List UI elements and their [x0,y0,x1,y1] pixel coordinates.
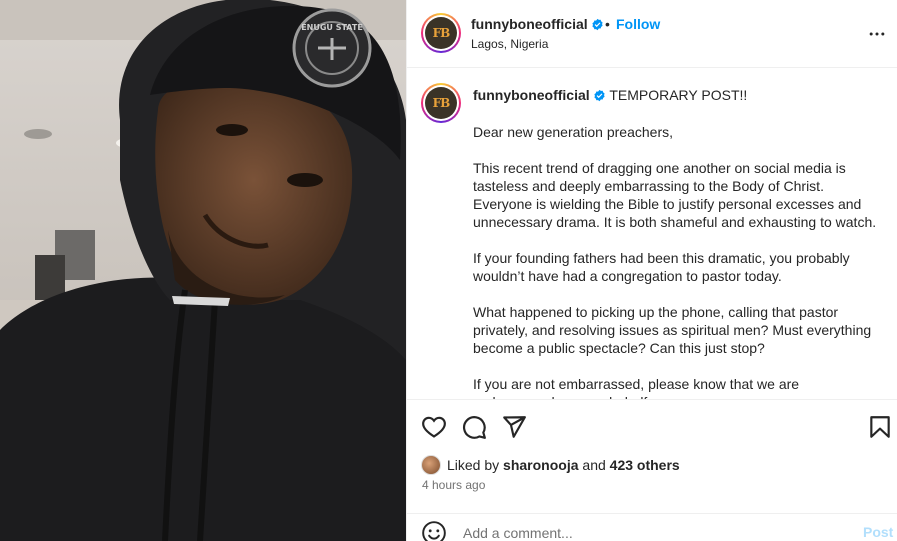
author-username[interactable]: funnyboneofficial [471,16,604,32]
author-avatar[interactable]: FB [421,13,461,53]
share-icon[interactable] [501,414,527,440]
more-options-icon[interactable] [867,24,887,44]
caption-paragraph: If your founding fathers had been this d… [473,250,850,284]
liked-by-others[interactable]: 423 others [610,457,680,473]
cap-patch-text: ENUGU STATE [301,23,363,32]
heart-icon[interactable] [421,414,447,440]
comment-input[interactable] [463,522,843,541]
post-comment-button[interactable]: Post [863,524,893,540]
caption-header: funnyboneofficial TEMPORARY POST!! [473,87,747,103]
caption-author-avatar[interactable]: FB [421,83,461,123]
author-username-text[interactable]: funnyboneofficial [471,16,588,32]
avatar-logo: FB [432,26,451,40]
post-photo[interactable]: ENUGU STATE [0,0,406,541]
caption-paragraph: Dear new generation preachers, [473,124,674,140]
caption-title: TEMPORARY POST!! [609,87,748,103]
caption-area[interactable]: FB funnyboneofficial TEMPORARY POST!! De… [407,69,897,399]
caption-avatar-logo: FB [432,96,451,110]
caption-body: Dear new generation preachers, This rece… [473,123,883,399]
post-photo-illustration: ENUGU STATE [0,0,406,541]
post-actions: Liked by sharonooja and 423 others 4 hou… [407,399,897,541]
emoji-icon[interactable] [421,520,447,541]
caption-paragraph: What happened to picking up the phone, c… [473,304,872,356]
liked-by-prefix: Liked by [447,457,500,473]
follow-button[interactable]: Follow [616,16,660,32]
post-header: FB funnyboneofficial • Follow Lagos, Nig… [407,0,897,68]
caption-paragraph: This recent trend of dragging one anothe… [473,160,877,230]
likes-summary[interactable]: Liked by sharonooja and 423 others [421,454,680,476]
bookmark-icon[interactable] [867,414,893,440]
comment-bar: Post [407,513,897,541]
liker-avatar[interactable] [421,455,441,475]
comment-icon[interactable] [461,414,487,440]
caption-username[interactable]: funnyboneofficial [473,87,590,103]
post-detail-panel: FB funnyboneofficial • Follow Lagos, Nig… [406,0,897,541]
caption-verified-badge-icon [594,89,605,102]
caption-paragraph: If you are not embarrassed, please know … [473,376,800,399]
verified-badge-icon [592,18,603,31]
liked-by-user[interactable]: sharonooja [503,457,578,473]
liked-by-and: and [582,457,606,473]
post-timestamp[interactable]: 4 hours ago [422,478,485,492]
post-location[interactable]: Lagos, Nigeria [471,37,548,51]
header-separator: • [605,16,610,32]
